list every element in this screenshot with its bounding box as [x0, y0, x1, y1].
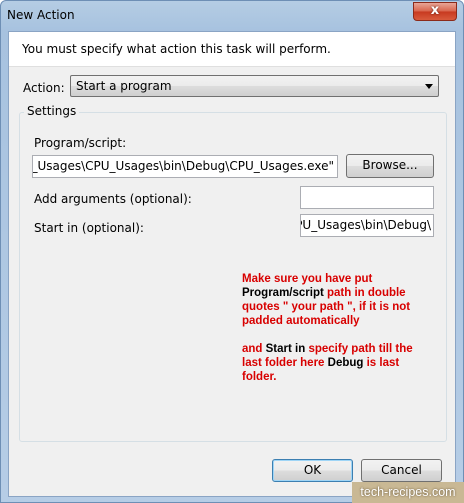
- note-keyword: Start: [265, 343, 292, 355]
- dialog-body: You must specify what action this task w…: [8, 31, 456, 497]
- cancel-button[interactable]: Cancel: [361, 459, 442, 482]
- window-title: New Action: [7, 8, 75, 22]
- note-keyword: Debug: [327, 357, 364, 369]
- instruction-banner: You must specify what action this task w…: [9, 32, 455, 67]
- start-in-label: Start in (optional):: [34, 221, 144, 235]
- title-bar[interactable]: New Action x: [1, 1, 463, 31]
- note-text: and: [242, 343, 266, 355]
- note-text: in: [291, 343, 309, 355]
- add-arguments-label: Add arguments (optional):: [34, 192, 192, 206]
- start-in-input[interactable]: CPU_Usages\bin\Debug\: [300, 214, 434, 237]
- action-selected-value: Start a program: [76, 79, 172, 93]
- action-dropdown[interactable]: Start a program: [70, 75, 439, 97]
- close-button[interactable]: x: [413, 2, 457, 21]
- chevron-down-icon: [425, 84, 433, 89]
- start-in-value: CPU_Usages\bin\Debug\: [300, 218, 431, 232]
- new-action-dialog: New Action x You must specify what actio…: [0, 0, 464, 503]
- action-label: Action:: [23, 81, 65, 95]
- program-script-value: s\CPU_Usages\CPU_Usages\bin\Debug\CPU_Us…: [32, 159, 334, 173]
- program-script-input[interactable]: s\CPU_Usages\CPU_Usages\bin\Debug\CPU_Us…: [32, 155, 338, 178]
- close-icon: x: [430, 3, 440, 18]
- add-arguments-input[interactable]: [300, 186, 434, 209]
- watermark: tech-recipes.com: [352, 482, 464, 503]
- program-script-label: Program/script:: [34, 136, 127, 150]
- note-keyword: Program/script: [242, 287, 324, 299]
- note-text: Make sure you have put: [242, 273, 373, 285]
- annotation-paragraph-2: and Start in specify path till the last …: [242, 342, 422, 384]
- ok-button[interactable]: OK: [272, 459, 353, 482]
- browse-button[interactable]: Browse...: [346, 154, 434, 178]
- settings-legend: Settings: [24, 104, 80, 118]
- instruction-text: You must specify what action this task w…: [22, 42, 331, 56]
- annotation-note: Make sure you have put Program/script pa…: [242, 272, 422, 384]
- annotation-paragraph-1: Make sure you have put Program/script pa…: [242, 272, 422, 328]
